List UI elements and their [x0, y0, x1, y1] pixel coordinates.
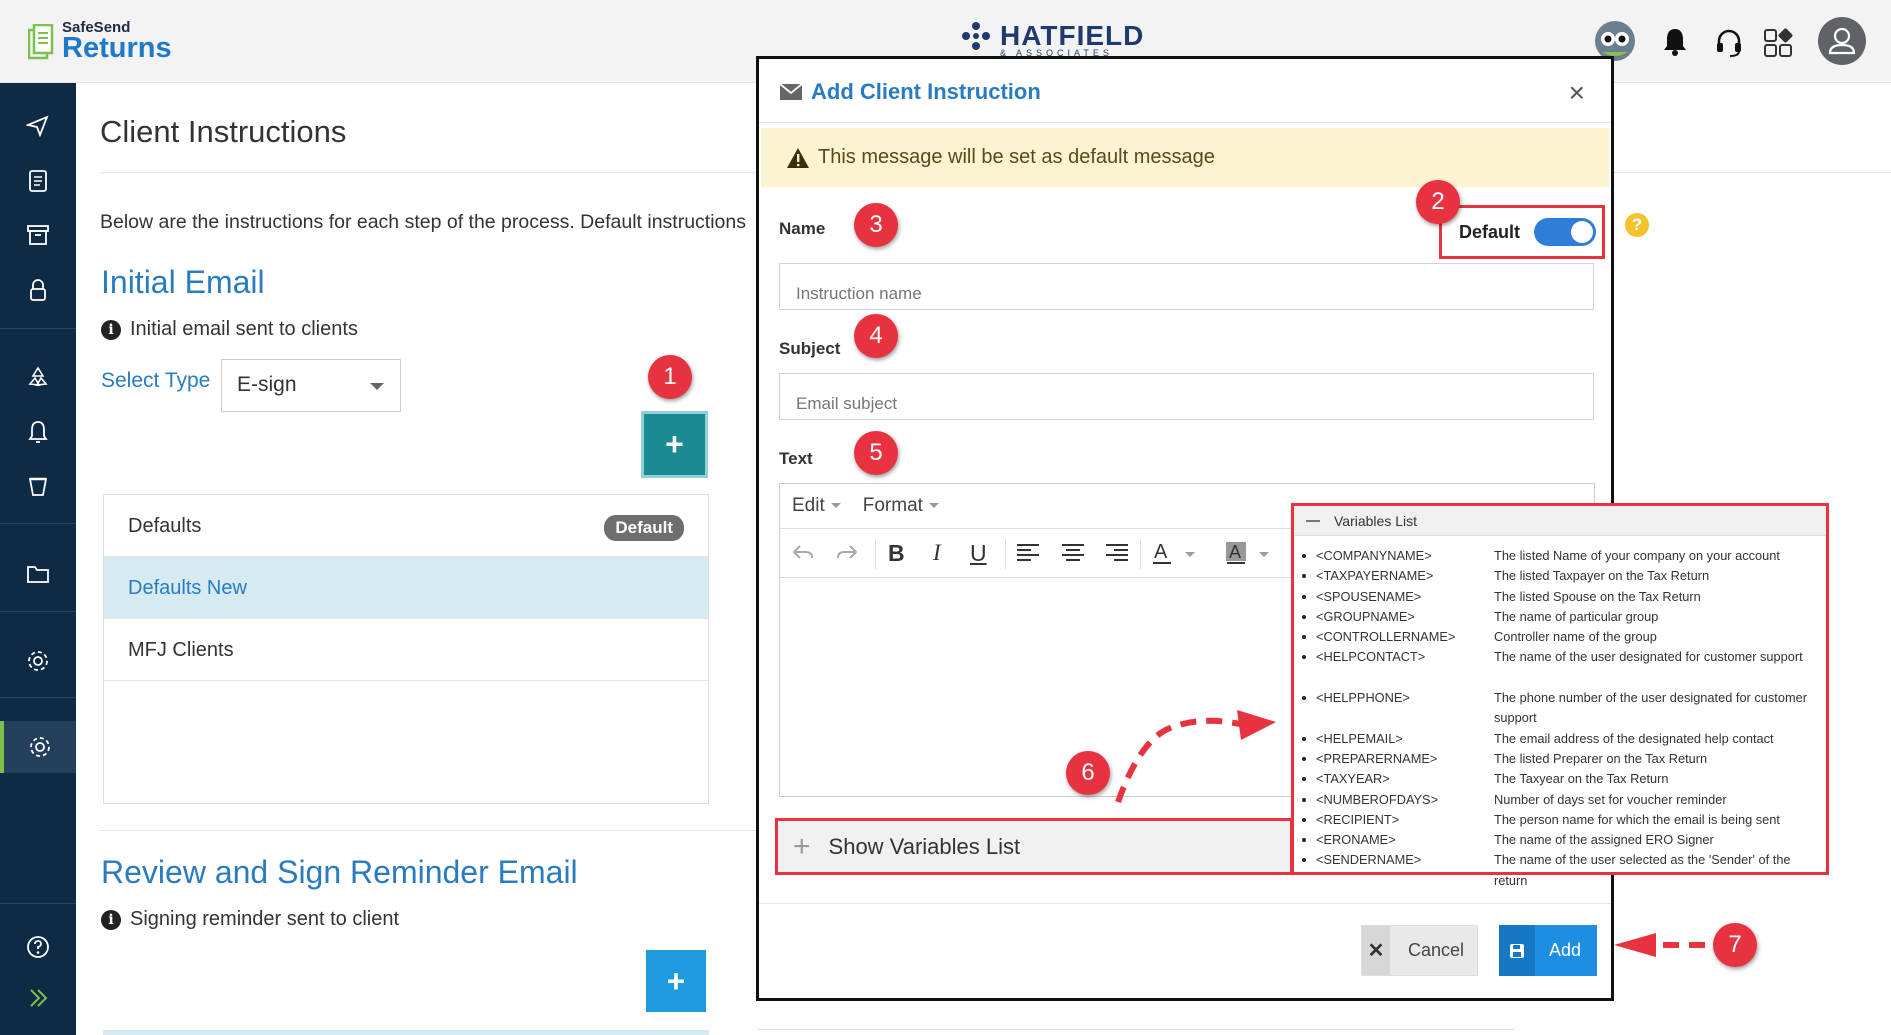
arrow-to-variables: [1115, 717, 1241, 804]
arrowhead-icon: [1237, 710, 1276, 740]
callout-arrows: [1115, 710, 1705, 957]
arrowhead-icon: [1614, 933, 1656, 957]
